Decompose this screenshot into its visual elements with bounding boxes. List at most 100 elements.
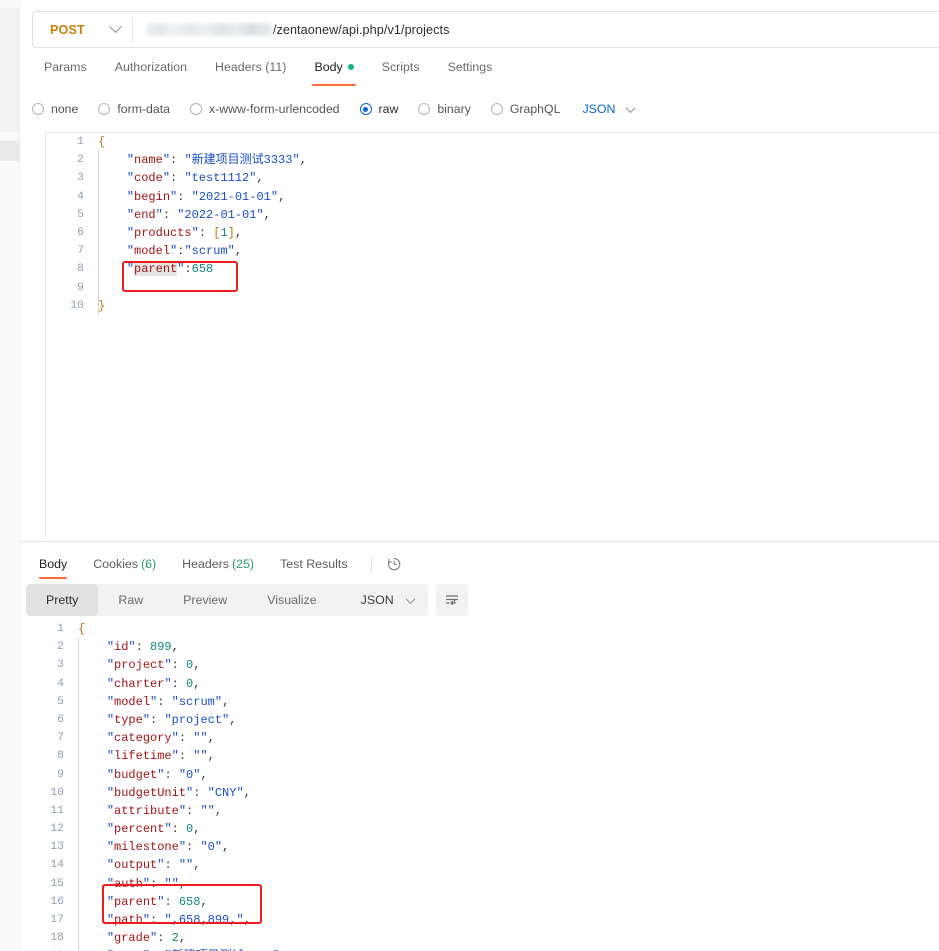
response-view-segmented-control: Pretty Raw Preview Visualize JSON: [26, 584, 428, 616]
code-token: auth: [114, 876, 143, 891]
code-token: ,: [214, 803, 223, 818]
code-token: parent: [134, 262, 178, 277]
response-body-editor[interactable]: 1{2 "id": 899, 3 "project": 0, 4 "charter"…: [26, 620, 939, 951]
code-token: ": [162, 153, 171, 168]
code-token: ": [162, 171, 171, 186]
code-token: ": [106, 876, 115, 891]
response-tab-label: Cookies: [93, 557, 139, 571]
code-line-content: "end": "2022-01-01",: [84, 206, 271, 224]
request-tab-settings[interactable]: Settings: [434, 58, 507, 74]
chevron-down-icon: [626, 102, 636, 113]
url-bar: POST /zentaonew/api.php/v1/projects: [32, 11, 939, 48]
response-view-visualize[interactable]: Visualize: [247, 584, 336, 616]
code-token: "": [164, 876, 179, 891]
code-token: ": [106, 694, 115, 709]
code-token: ,: [243, 785, 251, 800]
code-token: 1: [220, 225, 228, 240]
code-token: budget: [114, 767, 158, 782]
response-view-preview[interactable]: Preview: [163, 584, 247, 616]
url-input[interactable]: /zentaonew/api.php/v1/projects: [133, 12, 939, 47]
code-token: ": [178, 840, 187, 855]
code-token: ": [126, 153, 135, 168]
response-tab-cookies[interactable]: Cookies (6): [80, 557, 169, 571]
code-line: 5 "model": "scrum",: [26, 693, 939, 711]
code-token: "scrum": [171, 694, 223, 709]
code-token: {: [78, 622, 86, 636]
body-type-label: binary: [437, 102, 471, 116]
line-number: 9: [57, 768, 64, 781]
code-token: 2: [171, 931, 179, 946]
code-line-content: "attribute": "",: [64, 802, 222, 820]
response-tab-headers[interactable]: Headers (25): [169, 557, 267, 571]
body-type-label: form-data: [117, 102, 170, 116]
line-number: 4: [57, 677, 64, 690]
code-token: ": [171, 749, 179, 764]
wrap-text-button[interactable]: [435, 584, 468, 616]
code-token: "新建项目测试3333": [184, 153, 300, 168]
request-code-lines: 1{2 "name": "新建项目测试3333", 3 "code": "test…: [46, 133, 939, 315]
body-format-selector[interactable]: JSON: [582, 102, 636, 116]
code-token: "": [200, 803, 215, 818]
request-tab-headers-11[interactable]: Headers (11): [201, 58, 300, 74]
code-token: ,: [234, 244, 243, 259]
body-type-radio-binary[interactable]: binary: [418, 102, 471, 116]
code-line: 10}: [46, 297, 939, 315]
text-wrap-icon: [445, 595, 458, 605]
request-tab-scripts[interactable]: Scripts: [368, 58, 434, 74]
response-tab-test-results[interactable]: Test Results: [267, 557, 360, 571]
code-line: 3 "code": "test1112",: [46, 169, 939, 187]
code-token: ]: [227, 225, 235, 240]
code-line-content: {: [84, 133, 105, 151]
body-type-radio-form-data[interactable]: form-data: [98, 102, 170, 116]
code-line-content: "products": [1],: [84, 224, 242, 242]
code-line-content: "category": "",: [64, 729, 215, 747]
request-tab-authorization[interactable]: Authorization: [101, 58, 201, 74]
response-tab-body[interactable]: Body: [26, 557, 80, 579]
clock-history-icon[interactable]: [384, 554, 404, 574]
response-view-pretty[interactable]: Pretty: [26, 584, 99, 616]
line-number: 13: [50, 841, 64, 854]
radio-icon: [32, 103, 44, 115]
code-line-content: "grade": 2,: [64, 929, 186, 947]
code-line: 13 "milestone": "0",: [26, 838, 939, 856]
code-token: }: [98, 298, 106, 313]
code-token: type: [114, 712, 143, 727]
body-type-radio-raw[interactable]: raw: [359, 102, 398, 116]
code-token: budgetUnit: [114, 785, 187, 800]
line-number: 7: [57, 732, 64, 745]
http-method-selector[interactable]: POST: [33, 12, 132, 47]
code-token: ,: [278, 189, 286, 204]
request-tab-body[interactable]: Body: [300, 58, 367, 86]
code-token: id: [114, 640, 129, 655]
code-token: model: [114, 694, 151, 709]
code-token: ": [142, 876, 151, 891]
request-body-editor[interactable]: 1{2 "name": "新建项目测试3333", 3 "code": "test…: [45, 132, 939, 538]
response-format-selector[interactable]: JSON: [343, 584, 428, 616]
code-token: ,: [171, 640, 179, 655]
code-line: 1{: [46, 133, 939, 151]
code-token: ": [164, 658, 172, 673]
code-token: output: [114, 858, 158, 873]
code-token: :: [178, 749, 194, 764]
code-token: ,: [234, 225, 243, 240]
code-token: :: [198, 225, 214, 240]
body-type-radio-graphql[interactable]: GraphQL: [490, 102, 560, 116]
body-type-label: x-www-form-urlencoded: [208, 102, 340, 116]
body-type-radio-none[interactable]: none: [32, 102, 78, 116]
line-number: 14: [50, 859, 64, 872]
http-method-label: POST: [50, 22, 85, 37]
response-code-lines: 1{2 "id": 899, 3 "project": 0, 4 "charter"…: [26, 620, 939, 951]
code-token: attribute: [114, 803, 179, 818]
response-view-raw[interactable]: Raw: [98, 584, 163, 616]
postman-window: POST /zentaonew/api.php/v1/projects Para…: [0, 0, 939, 951]
code-token: percent: [114, 822, 165, 837]
request-tab-params[interactable]: Params: [32, 58, 101, 74]
sidebar-placeholder-block: [0, 8, 20, 132]
body-type-radio-x-www-form-urlencoded[interactable]: x-www-form-urlencoded: [189, 102, 340, 116]
code-token: begin: [134, 189, 171, 204]
code-token: ": [106, 712, 115, 727]
